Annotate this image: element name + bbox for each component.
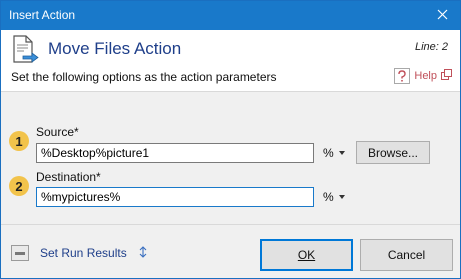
chevron-down-icon <box>338 195 345 199</box>
footer-divider <box>1 224 460 225</box>
source-label: Source* <box>36 125 79 139</box>
document-arrow-icon <box>11 35 39 65</box>
popout-icon[interactable] <box>441 69 452 83</box>
run-results-label[interactable]: Set Run Results <box>40 246 127 260</box>
insert-action-dialog: Insert Action Move Files Action Line: 2 … <box>0 0 461 279</box>
run-results-icon <box>11 245 29 261</box>
source-variable-picker[interactable]: % <box>323 146 345 160</box>
action-title: Move Files Action <box>48 39 182 58</box>
line-number-label: Line: 2 <box>414 41 448 53</box>
field-number-badge: 2 <box>9 176 29 196</box>
destination-input[interactable] <box>36 187 314 207</box>
browse-button[interactable]: Browse... <box>356 141 430 164</box>
chevron-down-icon <box>338 151 345 155</box>
variable-percent-label: % <box>323 190 334 204</box>
set-run-results[interactable]: Set Run Results <box>11 245 147 261</box>
close-icon <box>437 9 448 23</box>
ok-button[interactable]: OK <box>260 239 353 271</box>
variable-percent-label: % <box>323 146 334 160</box>
help-question-icon <box>394 68 411 84</box>
destination-variable-picker[interactable]: % <box>323 190 345 204</box>
action-subtitle: Set the following options as the action … <box>11 70 277 84</box>
window-title: Insert Action <box>9 8 76 22</box>
destination-label: Destination* <box>36 170 101 184</box>
help-link[interactable]: Help <box>394 66 452 86</box>
close-button[interactable] <box>424 1 460 30</box>
title-bar[interactable]: Insert Action <box>1 1 460 30</box>
cancel-button[interactable]: Cancel <box>360 239 453 271</box>
expand-arrows-icon[interactable] <box>139 245 147 261</box>
help-label[interactable]: Help <box>414 70 437 82</box>
source-input[interactable] <box>36 143 314 163</box>
cancel-label: Cancel <box>387 248 426 262</box>
field-number-badge: 1 <box>9 131 29 151</box>
ok-label: OK <box>297 248 316 262</box>
action-header: Move Files Action Line: 2 Set the follow… <box>1 30 460 92</box>
